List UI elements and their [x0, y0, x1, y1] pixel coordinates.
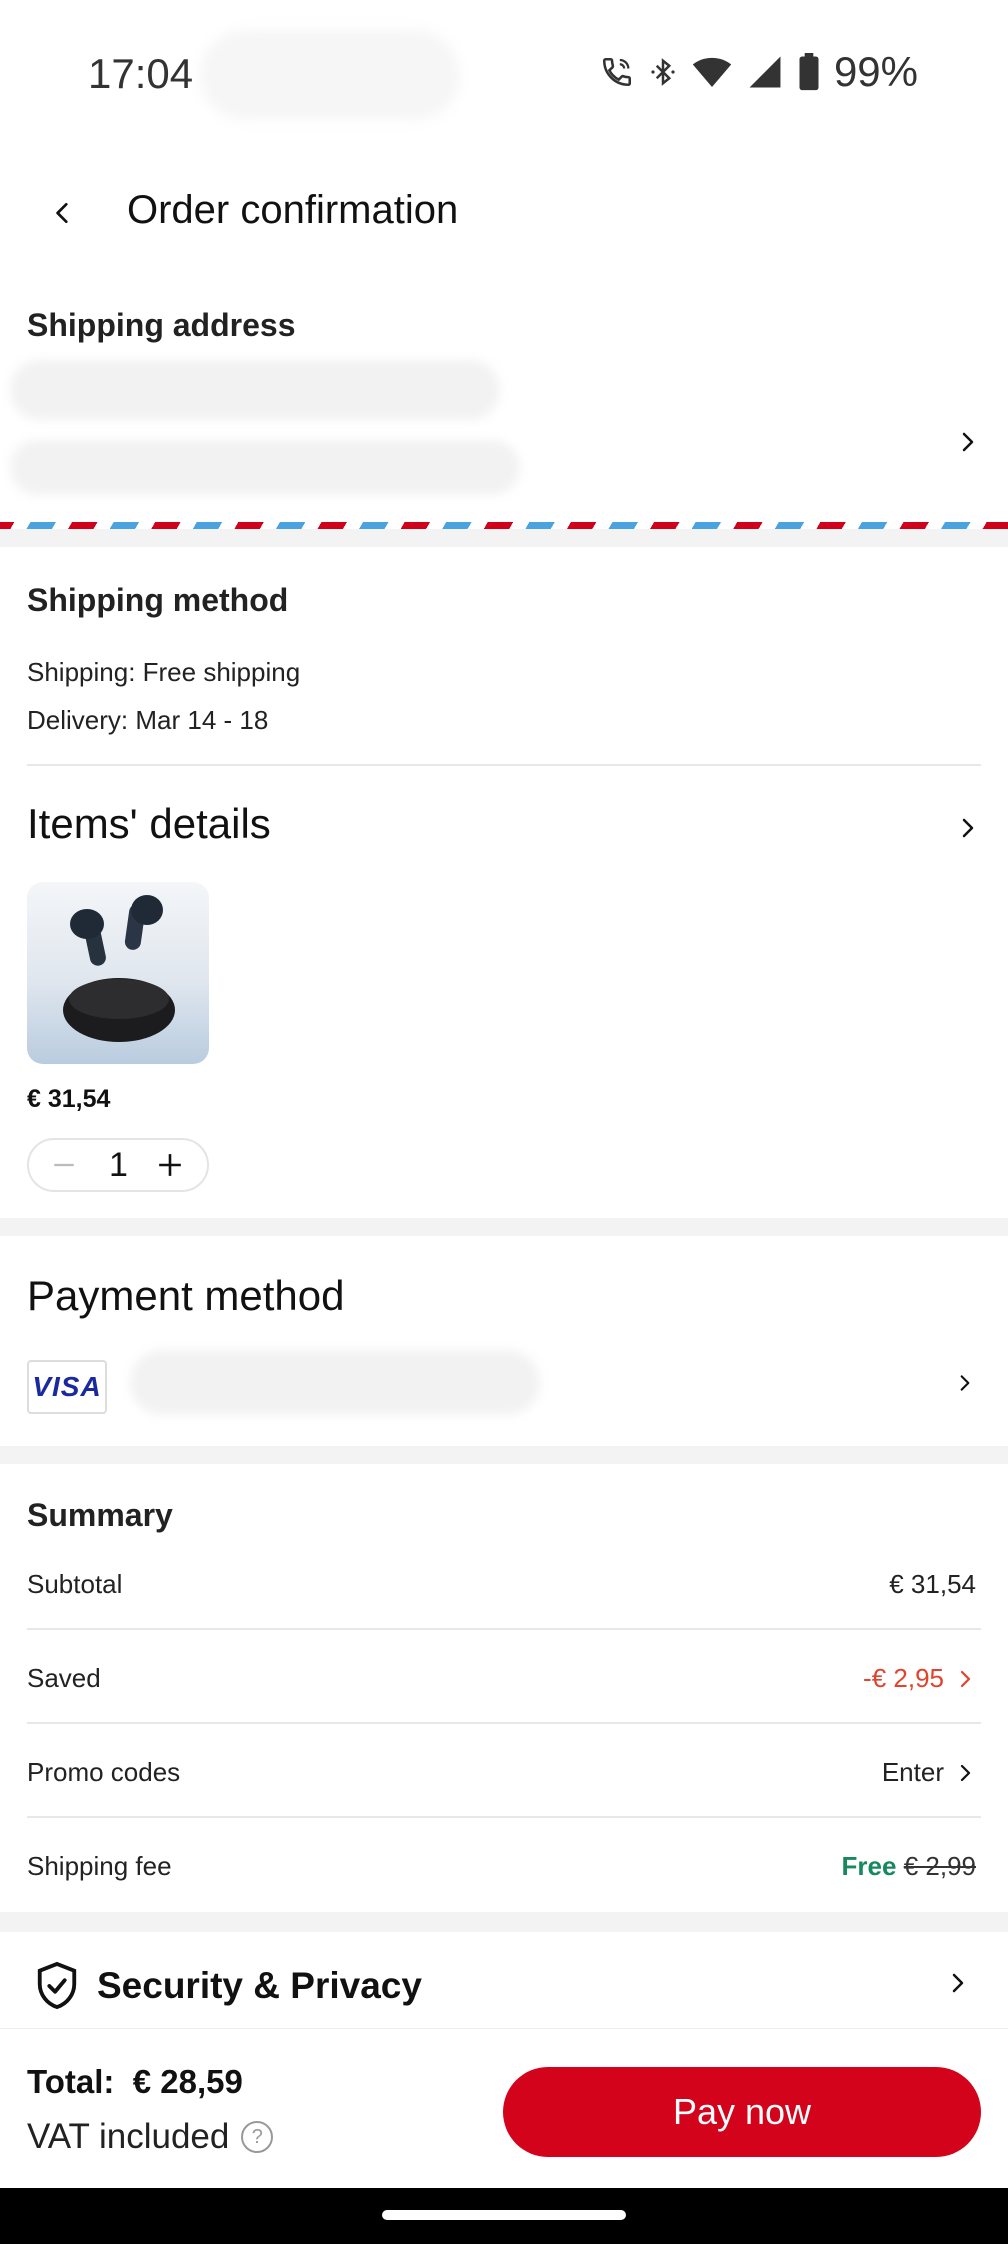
- items-details-title: Items' details: [27, 800, 271, 847]
- subtotal-label: Subtotal: [27, 1569, 123, 1599]
- battery-percentage: 99%: [833, 48, 918, 95]
- total-value: € 28,59: [132, 2063, 243, 2100]
- vat-included-text: VAT included: [27, 2117, 230, 2156]
- visa-card-icon: VISA: [27, 1360, 107, 1414]
- chevron-right-icon: [960, 1375, 970, 1391]
- quantity-stepper: 1: [27, 1138, 209, 1192]
- change-payment-button[interactable]: [948, 1366, 982, 1400]
- wifi-icon: [692, 55, 732, 89]
- pay-now-button[interactable]: Pay now: [503, 2067, 981, 2157]
- checkout-bar: Total: € 28,59 VAT included ? Pay now: [0, 2028, 1008, 2188]
- airmail-divider: [0, 522, 1008, 529]
- promo-code-entry[interactable]: Enter: [882, 1757, 972, 1788]
- divider: [27, 1722, 981, 1724]
- vat-info: VAT included ?: [27, 2117, 274, 2157]
- edit-address-button[interactable]: [950, 424, 986, 460]
- promo-codes-label: Promo codes: [27, 1757, 181, 1787]
- shipping-fee-value: Free € 2,99: [842, 1851, 976, 1882]
- header: Order confirmation: [0, 170, 1008, 255]
- back-button[interactable]: [38, 188, 88, 238]
- minus-icon: [54, 1163, 74, 1167]
- page-title: Order confirmation: [127, 188, 459, 232]
- shipping-method-title: Shipping method: [27, 582, 289, 618]
- chevron-right-icon: [962, 432, 974, 452]
- items-details-button[interactable]: [950, 810, 986, 846]
- system-nav-bar: [0, 2188, 1008, 2244]
- shipping-fee-label: Shipping fee: [27, 1851, 172, 1881]
- shield-check-icon: [34, 1961, 80, 2016]
- saved-row-link[interactable]: -€ 2,95: [863, 1663, 972, 1694]
- help-icon[interactable]: ?: [241, 2121, 274, 2153]
- saved-value: -€ 2,95: [863, 1663, 944, 1693]
- chevron-right-icon: [940, 1965, 976, 2001]
- delivery-date: Delivery: Mar 14 - 18: [27, 705, 269, 735]
- status-bar: 17:04 99%: [0, 0, 1008, 150]
- chevron-right-icon: [960, 1764, 971, 1781]
- card-number-blurred: [130, 1350, 540, 1415]
- chevron-left-icon: [56, 202, 68, 224]
- decrease-quantity-button[interactable]: [49, 1150, 79, 1180]
- section-gap: [0, 1218, 1008, 1236]
- bluetooth-icon: [648, 55, 678, 89]
- security-privacy-row[interactable]: Security & Privacy: [0, 1935, 1008, 2030]
- status-icons: 99%: [600, 48, 918, 96]
- section-gap: [0, 1912, 1008, 1932]
- original-shipping-fee: € 2,99: [903, 1851, 976, 1881]
- status-blur-area: [200, 30, 460, 120]
- shipping-option: Shipping: Free shipping: [27, 657, 301, 687]
- section-gap: [0, 1446, 1008, 1464]
- divider: [27, 1816, 981, 1818]
- free-shipping-text: Free: [841, 1851, 897, 1881]
- security-privacy-label: Security & Privacy: [97, 1965, 422, 2006]
- divider: [27, 764, 981, 766]
- total-label: Total:: [27, 2063, 115, 2100]
- subtotal-value: € 31,54: [889, 1569, 976, 1599]
- status-time: 17:04: [88, 50, 194, 97]
- plus-icon: [159, 1154, 181, 1176]
- signal-icon: [746, 55, 784, 89]
- saved-label: Saved: [27, 1663, 101, 1693]
- earbuds-icon: [63, 895, 175, 1042]
- summary-title: Summary: [27, 1497, 173, 1533]
- address-line-blurred: [10, 440, 520, 495]
- battery-icon: [798, 53, 820, 91]
- promo-enter-text: Enter: [881, 1757, 944, 1787]
- chevron-right-icon: [960, 1670, 971, 1687]
- divider: [27, 1628, 981, 1630]
- total-amount: Total: € 28,59: [27, 2063, 243, 2101]
- address-line-blurred: [10, 360, 500, 420]
- increase-quantity-button[interactable]: [155, 1150, 185, 1180]
- section-gap: [0, 529, 1008, 547]
- wifi-call-icon: [600, 55, 634, 89]
- shipping-address-title: Shipping address: [27, 307, 296, 343]
- payment-method-title: Payment method: [27, 1272, 345, 1319]
- chevron-right-icon: [962, 818, 974, 838]
- product-price: € 31,54: [27, 1085, 111, 1113]
- home-indicator[interactable]: [382, 2210, 626, 2220]
- quantity-value: 1: [109, 1146, 128, 1184]
- product-image[interactable]: [27, 882, 209, 1064]
